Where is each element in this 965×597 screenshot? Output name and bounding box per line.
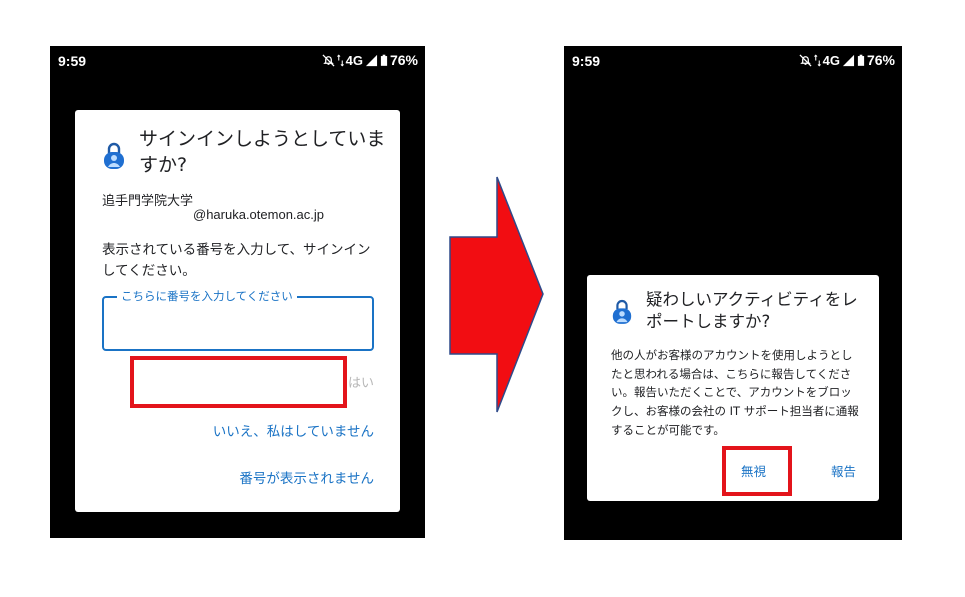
authenticator-lock-icon [612, 299, 632, 324]
right-arrow-icon [449, 176, 544, 413]
status-bar: 9:59 4G 76% [564, 46, 902, 74]
authenticator-lock-icon [104, 142, 124, 169]
number-not-shown-button[interactable]: 番号が表示されません [239, 467, 374, 487]
mute-icon [799, 53, 812, 67]
battery-level: 76% [866, 52, 895, 68]
yes-button[interactable]: はい [348, 372, 374, 391]
dialog-title: サインインしようとしていますか? [139, 128, 386, 176]
instruction-text: 表示されている番号を入力して、サインインしてください。 [102, 242, 371, 279]
number-input-label: こちらに番号を入力してください [117, 288, 297, 304]
battery-level: 76% [389, 52, 418, 68]
network-type: 4G [345, 52, 363, 68]
dialog-body: 他の人がお客様のアカウントを使用しようとしたと思われる場合は、こちらに報告してく… [611, 348, 859, 437]
signal-icon [365, 54, 378, 66]
number-input-box[interactable] [102, 296, 374, 351]
battery-icon [857, 54, 865, 66]
deny-button[interactable]: いいえ、私はしていません [213, 420, 374, 440]
data-arrows-icon [813, 54, 821, 66]
status-icons: 4G 76% [322, 52, 418, 68]
status-bar: 9:59 4G 76% [50, 46, 425, 74]
report-button[interactable]: 報告 [831, 461, 856, 480]
phone-screen-signin: 9:59 4G 76% サインインしようとしていますか? 追手門学院大学 @ha… [50, 46, 425, 538]
number-input[interactable] [104, 298, 372, 349]
dialog-title: 疑わしいアクティビティをレポートしますか? [646, 290, 858, 332]
status-time: 9:59 [58, 53, 87, 69]
battery-icon [380, 54, 388, 66]
status-time: 9:59 [572, 53, 601, 69]
network-type: 4G [822, 52, 840, 68]
account-email: @haruka.otemon.ac.jp [193, 207, 324, 222]
status-icons: 4G 76% [799, 52, 895, 68]
data-arrows-icon [336, 54, 344, 66]
highlight-ignore-button [722, 446, 792, 496]
organization-name: 追手門学院大学 [102, 194, 194, 209]
mute-icon [322, 53, 335, 67]
signal-icon [842, 54, 855, 66]
signin-approval-dialog: サインインしようとしていますか? 追手門学院大学 @haruka.otemon.… [75, 110, 400, 512]
highlight-deny-button [130, 356, 347, 408]
